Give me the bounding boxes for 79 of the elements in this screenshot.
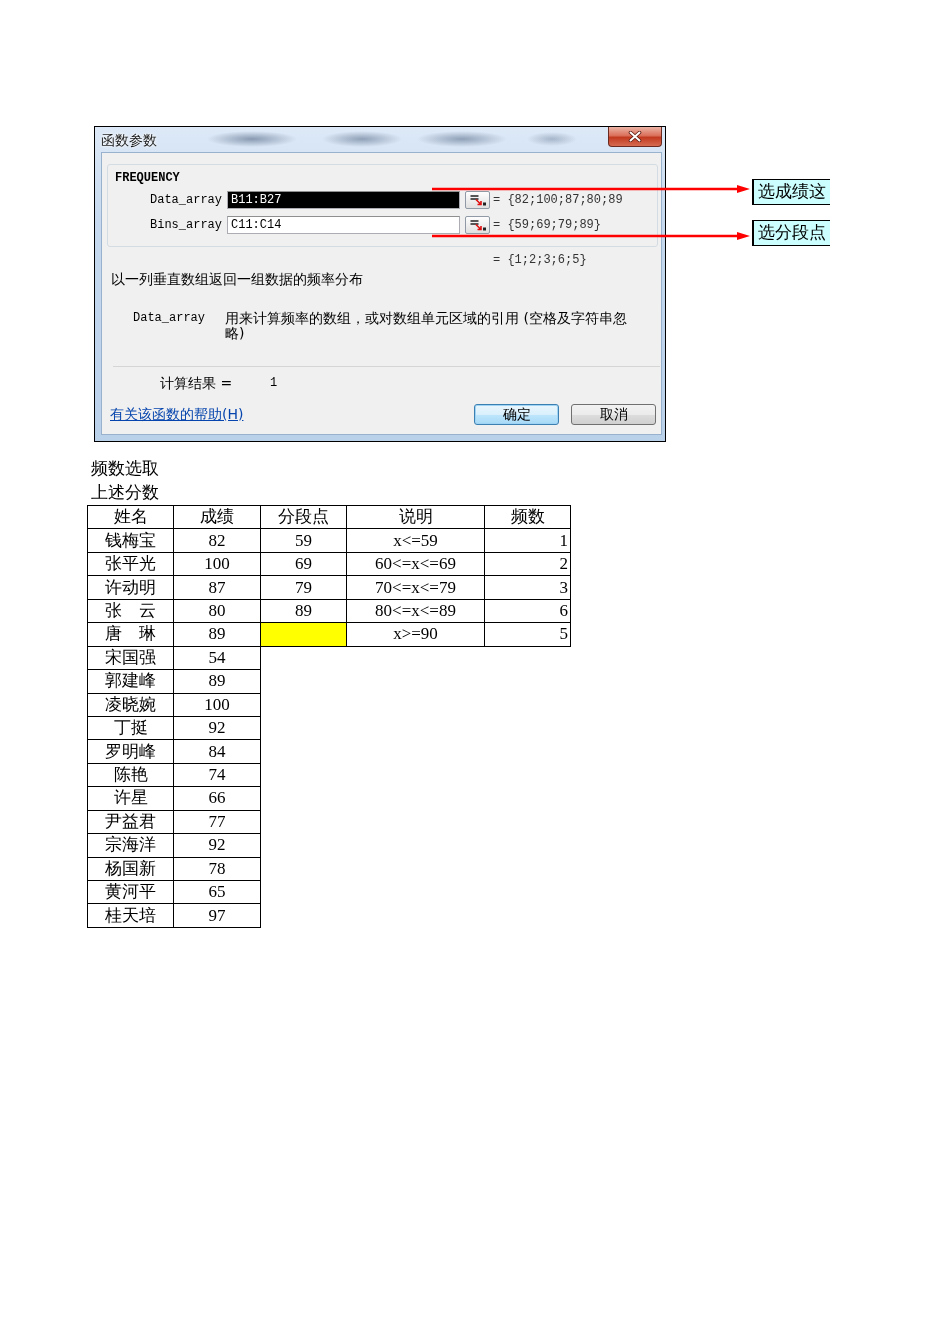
argument-label: Data_array — [149, 192, 222, 208]
score-cell: 66 — [173, 786, 261, 811]
name-cell: 凌晓婉 — [87, 693, 174, 717]
range-cell: 60<=x<=69 — [346, 552, 485, 576]
name-cell: 宋国强 — [87, 646, 174, 670]
bin-cell: 59 — [260, 528, 347, 553]
result-preview: = {1;2;3;6;5} — [493, 254, 588, 267]
result-label: 计算结果 = — [160, 376, 234, 391]
range-cell: 70<=x<=79 — [346, 575, 485, 600]
score-cell: 54 — [173, 646, 261, 670]
callout-label: 选分段点 — [752, 220, 830, 246]
score-cell: 100 — [173, 693, 261, 717]
score-cell: 84 — [173, 739, 261, 764]
input-field[interactable]: C11:C14 — [227, 216, 460, 234]
count-cell: 6 — [484, 599, 571, 623]
score-cell: 74 — [173, 763, 261, 787]
dialog-button[interactable]: 确定 — [474, 404, 559, 425]
column-header: 成绩 — [173, 505, 261, 529]
dialog-button[interactable]: 取消 — [571, 404, 656, 425]
name-cell: 张 云 — [87, 599, 174, 623]
range-cell: x<=59 — [346, 528, 485, 553]
range-picker-button[interactable] — [465, 216, 490, 234]
range-arrow-icon — [469, 219, 486, 231]
count-cell: 2 — [484, 552, 571, 576]
name-cell: 许动明 — [87, 575, 174, 600]
callout-label: 选成绩这 — [752, 179, 830, 205]
score-cell: 89 — [173, 669, 261, 693]
name-cell: 尹益君 — [87, 810, 174, 834]
name-cell: 黄河平 — [87, 880, 174, 904]
name-cell: 宗海洋 — [87, 833, 174, 858]
function-name: FREQUENCY — [115, 171, 181, 185]
argument-label: Bins_array — [149, 217, 222, 233]
name-cell: 丁挺 — [87, 716, 174, 740]
count-cell: 1 — [484, 528, 571, 553]
score-cell: 92 — [173, 716, 261, 740]
bin-cell: 79 — [260, 575, 347, 600]
range-arrow-icon — [469, 194, 486, 206]
column-header: 姓名 — [87, 505, 174, 529]
score-cell: 78 — [173, 857, 261, 881]
name-cell: 许星 — [87, 786, 174, 811]
score-cell: 89 — [173, 622, 261, 647]
name-cell: 郭建峰 — [87, 669, 174, 693]
name-cell: 陈艳 — [87, 763, 174, 787]
score-cell: 77 — [173, 810, 261, 834]
argument-name: Data_array — [133, 311, 206, 327]
result-value: 1 — [270, 376, 278, 391]
score-cell: 82 — [173, 528, 261, 553]
score-cell: 92 — [173, 833, 261, 858]
score-cell: 87 — [173, 575, 261, 600]
range-cell: 80<=x<=89 — [346, 599, 485, 623]
name-cell: 罗明峰 — [87, 739, 174, 764]
note-text: 频数选取上述分数 — [91, 458, 160, 504]
argument-value-preview: = {82;100;87;80;89 — [493, 194, 623, 206]
score-cell: 97 — [173, 903, 261, 928]
function-description: 以一列垂直数组返回一组数据的频率分布 — [111, 271, 364, 287]
name-cell: 钱梅宝 — [87, 528, 174, 553]
input-field[interactable]: B11:B27 — [227, 191, 460, 209]
argument-description: 用来计算频率的数组，或对数组单元区域的引用 (空格及字符串忽略) — [225, 311, 628, 341]
name-cell: 张平光 — [87, 552, 174, 576]
column-header: 说明 — [346, 505, 485, 529]
bin-cell: 69 — [260, 552, 347, 576]
name-cell: 桂天培 — [87, 903, 174, 928]
range-picker-button[interactable] — [465, 191, 490, 209]
close-button[interactable] — [608, 127, 662, 147]
range-cell: x>=90 — [346, 622, 485, 647]
name-cell: 唐 琳 — [87, 622, 174, 647]
score-cell: 80 — [173, 599, 261, 623]
count-cell: 5 — [484, 622, 571, 647]
count-cell: 3 — [484, 575, 571, 600]
column-header: 分段点 — [260, 505, 347, 529]
dialog-title: 函数参数 — [101, 132, 157, 148]
bin-cell: 89 — [260, 599, 347, 623]
score-cell: 65 — [173, 880, 261, 904]
close-icon — [628, 131, 642, 142]
name-cell: 杨国新 — [87, 857, 174, 881]
argument-value-preview: = {59;69;79;89} — [493, 219, 602, 231]
column-header: 频数 — [484, 505, 571, 529]
help-link[interactable]: 有关该函数的帮助(H) — [110, 406, 244, 423]
score-cell: 100 — [173, 552, 261, 576]
